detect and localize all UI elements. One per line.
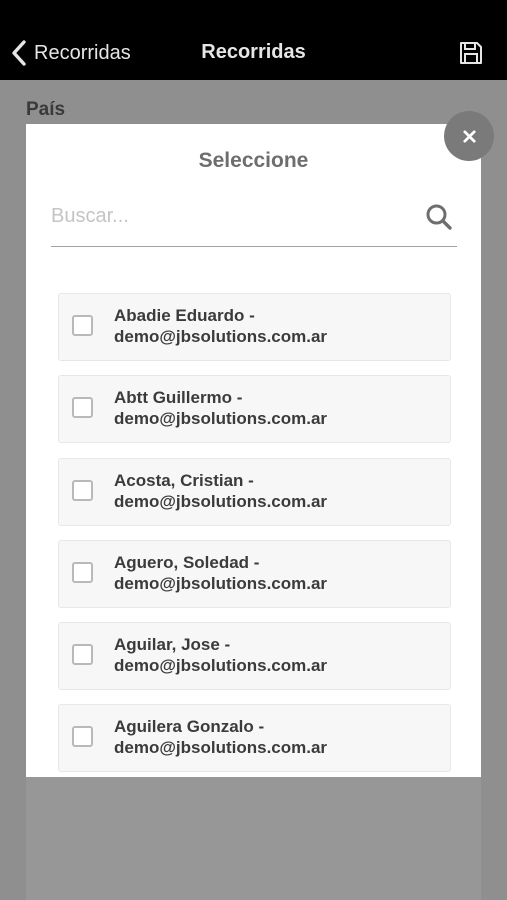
checkbox[interactable] bbox=[72, 726, 93, 748]
search-icon[interactable] bbox=[425, 203, 453, 231]
item-name: Aguilar, Jose - bbox=[114, 635, 231, 655]
save-button[interactable] bbox=[458, 40, 484, 66]
list-item[interactable]: Abadie Eduardo - demo@jbsolutions.com.ar bbox=[58, 293, 451, 361]
country-label: País bbox=[26, 99, 66, 120]
floppy-disk-icon bbox=[460, 42, 482, 64]
modal-title: Seleccione bbox=[198, 149, 309, 172]
item-label: Aguero, Soledad - demo@jbsolutions.com.a… bbox=[114, 552, 444, 594]
item-label: Abadie Eduardo - demo@jbsolutions.com.ar bbox=[114, 305, 444, 347]
list-item[interactable]: Aguero, Soledad - demo@jbsolutions.com.a… bbox=[58, 539, 451, 608]
item-name: Abadie Eduardo - bbox=[114, 306, 255, 325]
list-item[interactable]: Aguilera Gonzalo - demo@jbsolutions.com.… bbox=[58, 704, 451, 773]
item-name: Acosta, Cristian - bbox=[114, 470, 254, 490]
item-email: demo@jbsolutions.com.ar bbox=[114, 573, 328, 593]
checkbox[interactable] bbox=[72, 561, 93, 583]
item-name: Aguero, Soledad - bbox=[114, 552, 260, 572]
checkbox[interactable] bbox=[72, 479, 93, 501]
options-list: Abadie Eduardo - demo@jbsolutions.com.ar… bbox=[58, 293, 451, 787]
checkbox[interactable] bbox=[72, 397, 93, 419]
item-email: demo@jbsolutions.com.ar bbox=[114, 738, 328, 758]
checkbox[interactable] bbox=[72, 644, 93, 666]
item-name: Abtt Guillermo - bbox=[114, 388, 243, 408]
item-email: demo@jbsolutions.com.ar bbox=[114, 409, 328, 429]
list-item[interactable]: Aguilar, Jose - demo@jbsolutions.com.ar bbox=[58, 622, 451, 691]
item-label: Abtt Guillermo - demo@jbsolutions.com.ar bbox=[114, 387, 444, 429]
item-name: Aguilera Gonzalo - bbox=[114, 717, 265, 737]
navbar: Recorridas Recorridas bbox=[0, 0, 507, 80]
item-email: demo@jbsolutions.com.ar bbox=[114, 656, 328, 676]
page-title: Recorridas bbox=[201, 41, 306, 63]
item-label: Aguilar, Jose - demo@jbsolutions.com.ar bbox=[114, 634, 444, 676]
list-item[interactable]: Acosta, Cristian - demo@jbsolutions.com.… bbox=[58, 457, 451, 526]
item-label: Aguilera Gonzalo - demo@jbsolutions.com.… bbox=[114, 716, 444, 758]
checkbox[interactable] bbox=[72, 315, 93, 336]
search-field bbox=[51, 196, 457, 247]
item-email: demo@jbsolutions.com.ar bbox=[114, 491, 328, 511]
item-label: Acosta, Cristian - demo@jbsolutions.com.… bbox=[114, 470, 444, 512]
background-field bbox=[26, 776, 481, 900]
close-icon bbox=[462, 129, 476, 143]
search-input[interactable] bbox=[51, 196, 411, 236]
close-button[interactable] bbox=[444, 111, 494, 161]
list-item[interactable]: Abtt Guillermo - demo@jbsolutions.com.ar bbox=[58, 375, 451, 444]
item-email: demo@jbsolutions.com.ar bbox=[114, 327, 328, 346]
